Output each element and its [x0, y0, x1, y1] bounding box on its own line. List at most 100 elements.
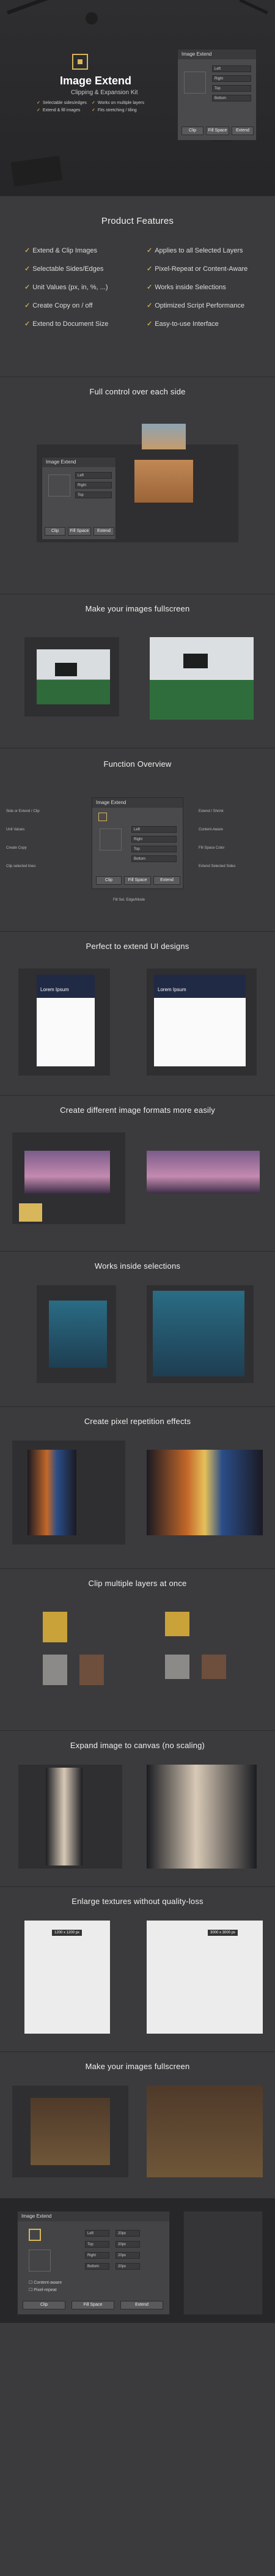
section-title: Function Overview — [103, 759, 172, 769]
fullscreen-section-2: Make your images fullscreen — [0, 2051, 275, 2198]
top-value[interactable]: 20px — [116, 2241, 140, 2248]
layers-panel — [183, 2211, 263, 2315]
overview-note: Extend Selected Sides — [199, 865, 236, 868]
textures-section: Enlarge textures without quality-loss 12… — [0, 1886, 275, 2051]
hero-feature: ✓ Selectable sides/edges — [37, 101, 87, 105]
feature-item: ✓ Works inside Selections — [147, 284, 226, 291]
bottom-field[interactable]: Bottom — [131, 855, 177, 862]
right-field[interactable]: Right — [75, 482, 112, 489]
top-field[interactable]: Top — [131, 846, 177, 852]
side-selector[interactable] — [29, 2249, 51, 2272]
overview-note: Side or Extend / Clip — [6, 810, 40, 813]
content-aware-checkbox[interactable]: ☐ Content-aware — [29, 2280, 62, 2285]
section-title: Expand image to canvas (no scaling) — [70, 1741, 205, 1750]
top-field[interactable]: Top — [85, 2241, 109, 2248]
bottom-panel: Image Extend Left Top Right Bottom 20px … — [17, 2211, 170, 2315]
top-field[interactable]: Top — [75, 492, 112, 498]
panel-title: Image Extend — [18, 2212, 169, 2221]
section-title: Clip multiple layers at once — [88, 1579, 187, 1588]
fill-space-button[interactable]: Fill Space — [72, 2301, 114, 2309]
full-control-section: Full control over each side Image Extend… — [0, 377, 275, 594]
image-formats-section: Create different image formats more easi… — [0, 1095, 275, 1251]
size-badge: 1200 x 1200 px — [52, 1930, 82, 1936]
side-selector[interactable] — [48, 474, 70, 496]
ui-card-small: Lorem Ipsum — [37, 975, 95, 1066]
extend-button[interactable]: Extend — [153, 876, 180, 885]
feature-item: ✓ Unit Values (px, in, %, ...) — [24, 284, 108, 291]
photo-light-trails-wide — [147, 1450, 263, 1535]
texture-small — [24, 1921, 110, 2034]
size-badge: 3000 x 3000 px — [208, 1930, 238, 1936]
left-field[interactable]: Left — [75, 472, 112, 479]
expand-canvas-section: Expand image to canvas (no scaling) — [0, 1730, 275, 1886]
mini-panel — [18, 1203, 43, 1222]
left-field[interactable]: Left — [131, 826, 177, 833]
feature-item: ✓ Applies to all Selected Layers — [147, 247, 243, 254]
clip-button[interactable]: Clip — [96, 876, 122, 885]
panel-title: Image Extend — [92, 798, 183, 808]
overview-note: Unit Values — [6, 828, 25, 832]
extend-button[interactable]: Extend — [120, 2301, 163, 2309]
bottom-field[interactable]: Bottom — [212, 95, 251, 101]
card-title: Lorem Ipsum — [154, 975, 246, 998]
left-field[interactable]: Left — [85, 2230, 109, 2237]
feature-item: ✓ Extend to Document Size — [24, 320, 109, 328]
bottom-value[interactable]: 20px — [116, 2263, 140, 2270]
extend-button[interactable]: Extend — [232, 127, 254, 135]
right-value[interactable]: 20px — [116, 2252, 140, 2259]
fill-space-button[interactable]: Fill Space — [206, 127, 229, 135]
section-title: Perfect to extend UI designs — [86, 942, 189, 951]
clip-layers-section: Clip multiple layers at once — [0, 1568, 275, 1730]
photo-house-small — [37, 649, 110, 704]
photo-lake-large — [153, 1291, 244, 1376]
fullscreen-section: Make your images fullscreen — [0, 594, 275, 748]
left-value[interactable]: 20px — [116, 2230, 140, 2237]
photo-lemur-small — [31, 2098, 110, 2165]
side-selector[interactable] — [100, 829, 122, 851]
ui-designs-section: Perfect to extend UI designs Lorem Ipsum… — [0, 931, 275, 1095]
section-title: Make your images fullscreen — [85, 604, 190, 613]
feature-item: ✓ Extend & Clip Images — [24, 247, 97, 254]
photo-sunflower-clipped — [165, 1612, 189, 1636]
clip-button[interactable]: Clip — [23, 2301, 65, 2309]
photo-wood-clipped — [202, 1655, 226, 1679]
photo-house-large — [150, 637, 254, 720]
right-field[interactable]: Right — [85, 2252, 109, 2259]
feature-item: ✓ Optimized Script Performance — [147, 302, 244, 309]
overview-note: Fill Space Color — [199, 846, 225, 850]
house-shape — [183, 654, 208, 668]
section-title: Full control over each side — [89, 387, 186, 396]
bottom-field[interactable]: Bottom — [85, 2263, 109, 2270]
overview-note: Clip selected lines — [6, 865, 36, 868]
left-field[interactable]: Left — [212, 65, 251, 72]
logo-icon — [29, 2229, 41, 2241]
feature-item: ✓ Create Copy on / off — [24, 302, 93, 309]
top-field[interactable]: Top — [212, 85, 251, 92]
overview-note: Create Copy — [6, 846, 27, 850]
function-overview-section: Function Overview Side or Extend / Clip … — [0, 748, 275, 931]
photo-wood — [79, 1655, 104, 1685]
house-shape — [55, 663, 77, 676]
feature-item: ✓ Pixel-Repeat or Content-Aware — [147, 265, 248, 273]
clip-button[interactable]: Clip — [45, 527, 65, 536]
fill-space-button[interactable]: Fill Space — [68, 527, 91, 536]
photo-mountain — [43, 1655, 67, 1685]
photo-fox-large — [147, 1765, 257, 1869]
extend-button[interactable]: Extend — [94, 527, 114, 536]
right-field[interactable]: Right — [212, 75, 251, 82]
side-selector[interactable] — [184, 72, 206, 94]
hero-section: Image Extend Clipping & Expansion Kit ✓ S… — [0, 0, 275, 196]
photo-sunflower — [43, 1612, 67, 1642]
product-features-section: Product Features ✓ Extend & Clip Images ✓… — [0, 196, 275, 377]
right-field[interactable]: Right — [131, 836, 177, 843]
section-title: Works inside selections — [94, 1261, 181, 1271]
clip-button[interactable]: Clip — [182, 127, 204, 135]
photo-lemur-large — [147, 2086, 263, 2177]
pixel-repetition-section: Create pixel repetition effects — [0, 1406, 275, 1568]
photo-tree-sunset — [24, 1151, 110, 1194]
photo-tree-wide — [147, 1151, 260, 1194]
pixel-repeat-checkbox[interactable]: ☐ Pixel-repeat — [29, 2287, 57, 2292]
fill-space-button[interactable]: Fill Space — [124, 876, 151, 885]
section-title: Enlarge textures without quality-loss — [72, 1897, 204, 1906]
card-title: Lorem Ipsum — [37, 975, 95, 998]
